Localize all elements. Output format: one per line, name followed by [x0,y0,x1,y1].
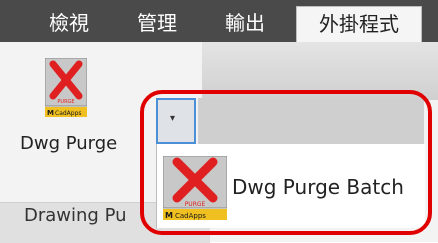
panel-title: Drawing Pu [24,205,127,226]
tab-manage[interactable]: 管理 [122,6,192,40]
tab-view[interactable]: 檢視 [34,6,104,40]
dwg-purge-button-label[interactable]: Dwg Purge [20,133,117,154]
tab-add-ins[interactable]: 外掛程式 [296,6,422,42]
svg-text:M: M [47,109,54,117]
svg-text:PURGE: PURGE [57,99,74,105]
annotation-highlight [140,90,432,235]
purge-x-icon[interactable]: PURGE M CadApps [45,58,87,118]
svg-text:CadApps: CadApps [55,110,82,117]
tab-output[interactable]: 輸出 [210,6,280,40]
